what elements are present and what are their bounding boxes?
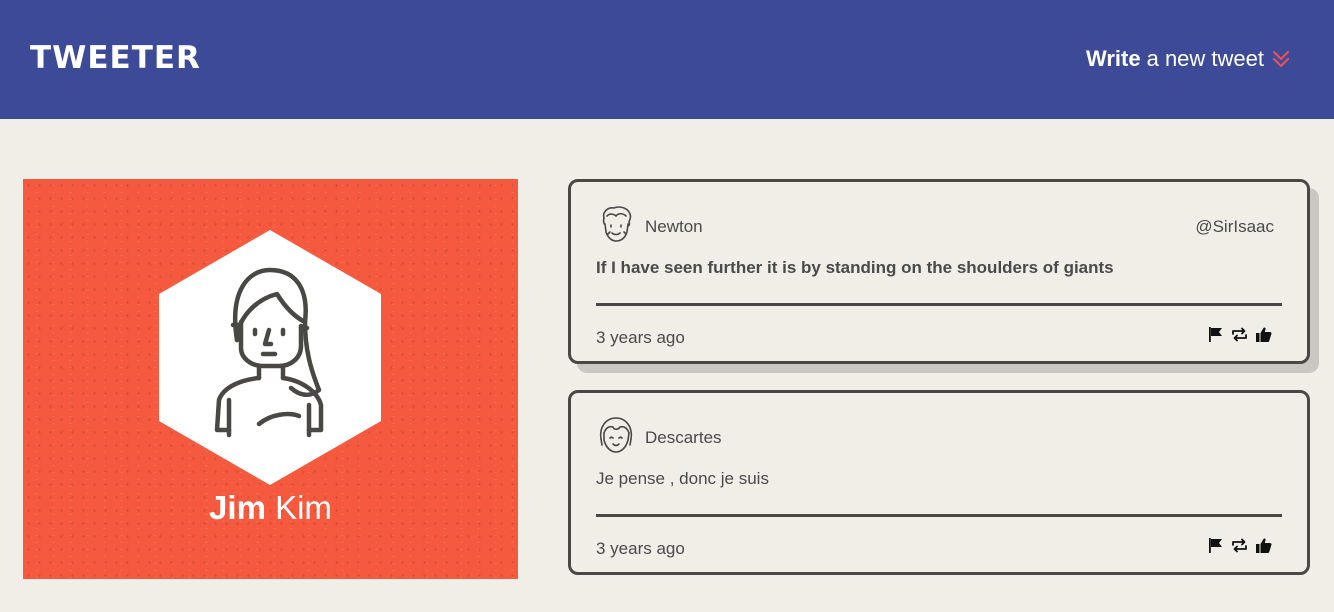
flag-icon[interactable] [1207,537,1224,554]
double-chevron-down-icon [1272,50,1290,68]
like-icon[interactable] [1255,537,1272,554]
tweet-actions [1207,326,1272,343]
tweet-content: Je pense , donc je suis [596,469,769,488]
profile-card: Jim Kim [23,179,518,579]
tweet-actions [1207,537,1272,554]
top-navbar: TWEETER Write a new tweet [0,0,1334,119]
write-new-tweet-link[interactable]: Write a new tweet [1086,46,1290,72]
write-label-rest: a new tweet [1146,46,1264,71]
bangs-girl-avatar-icon [599,417,633,453]
retweet-icon[interactable] [1231,326,1248,343]
profile-name: Jim Kim [23,489,518,527]
tweet-timestamp: 3 years ago [596,539,685,558]
tweet-author-name: Descartes [645,428,722,447]
profile-first-name: Jim [209,489,266,526]
profile-last-name: Kim [275,489,332,526]
retweet-icon[interactable] [1231,537,1248,554]
tweet-author-name: Newton [645,217,703,236]
tweet-timestamp: 3 years ago [596,328,685,347]
like-icon[interactable] [1255,326,1272,343]
tweet-card: Newton @SirIsaac If I have seen further … [568,179,1310,364]
write-label-bold: Write [1085,46,1141,71]
profile-avatar-icon [159,230,381,485]
curly-hair-man-avatar-icon [602,206,632,242]
tweet-divider [596,303,1282,306]
tweet-divider [596,514,1282,517]
tweet-content: If I have seen further it is by standing… [596,258,1114,277]
flag-icon[interactable] [1207,326,1224,343]
brand-logo[interactable]: TWEETER [30,40,201,76]
tweet-author-handle: @SirIsaac [1195,217,1274,236]
tweet-card: Descartes Je pense , donc je suis 3 year… [568,390,1310,575]
